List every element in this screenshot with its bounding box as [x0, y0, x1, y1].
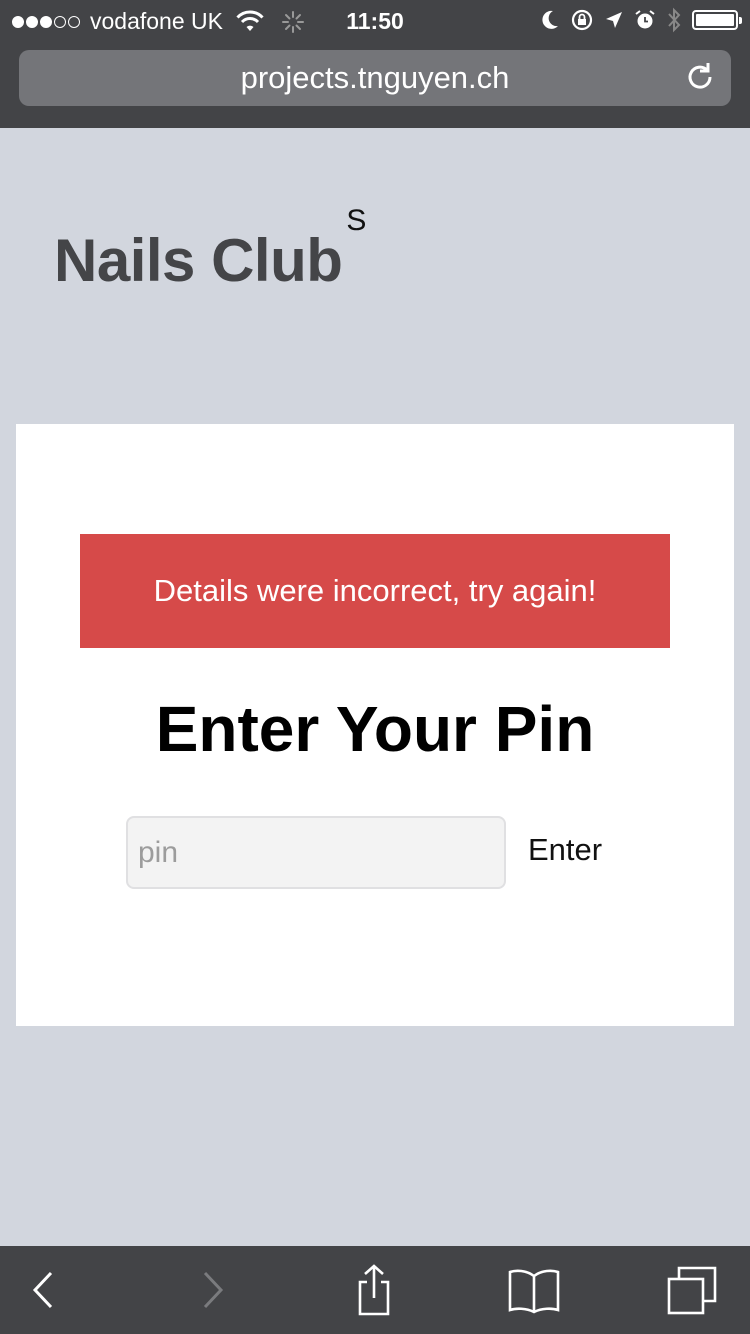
tabs-icon	[667, 1266, 717, 1315]
bookmarks-button[interactable]	[506, 1264, 562, 1316]
rotation-lock-icon	[571, 9, 593, 31]
back-icon	[32, 1271, 53, 1309]
tabs-button[interactable]	[664, 1264, 720, 1316]
browser-chrome: vodafone UK 11:50 projects.tnguyen.ch	[0, 0, 750, 128]
login-card: Details were incorrect, try again! Enter…	[16, 424, 734, 1026]
pin-input[interactable]	[126, 816, 506, 889]
back-button[interactable]	[16, 1264, 72, 1316]
browser-toolbar	[0, 1246, 750, 1334]
bluetooth-icon	[668, 7, 681, 33]
share-icon	[358, 1264, 390, 1316]
share-button[interactable]	[346, 1264, 402, 1316]
url-text[interactable]: projects.tnguyen.ch	[19, 60, 731, 96]
forward-icon	[203, 1271, 224, 1309]
page-title: Enter Your Pin	[155, 693, 595, 765]
moon-icon	[542, 10, 558, 29]
status-bar: vodafone UK 11:50	[0, 0, 750, 42]
site-logo: Nails ClubS	[54, 204, 366, 295]
brand-superscript: S	[346, 204, 366, 237]
forward-button[interactable]	[184, 1264, 240, 1316]
battery-icon	[692, 10, 742, 30]
bookmarks-icon	[508, 1269, 560, 1314]
reload-icon[interactable]	[683, 60, 717, 94]
brand-name: Nails Club	[54, 227, 343, 294]
status-right	[540, 7, 742, 33]
error-alert: Details were incorrect, try again!	[80, 534, 670, 648]
alarm-icon	[635, 10, 655, 29]
enter-button[interactable]: Enter	[528, 832, 602, 868]
location-arrow-icon	[606, 12, 622, 28]
address-bar[interactable]: projects.tnguyen.ch	[19, 50, 731, 106]
